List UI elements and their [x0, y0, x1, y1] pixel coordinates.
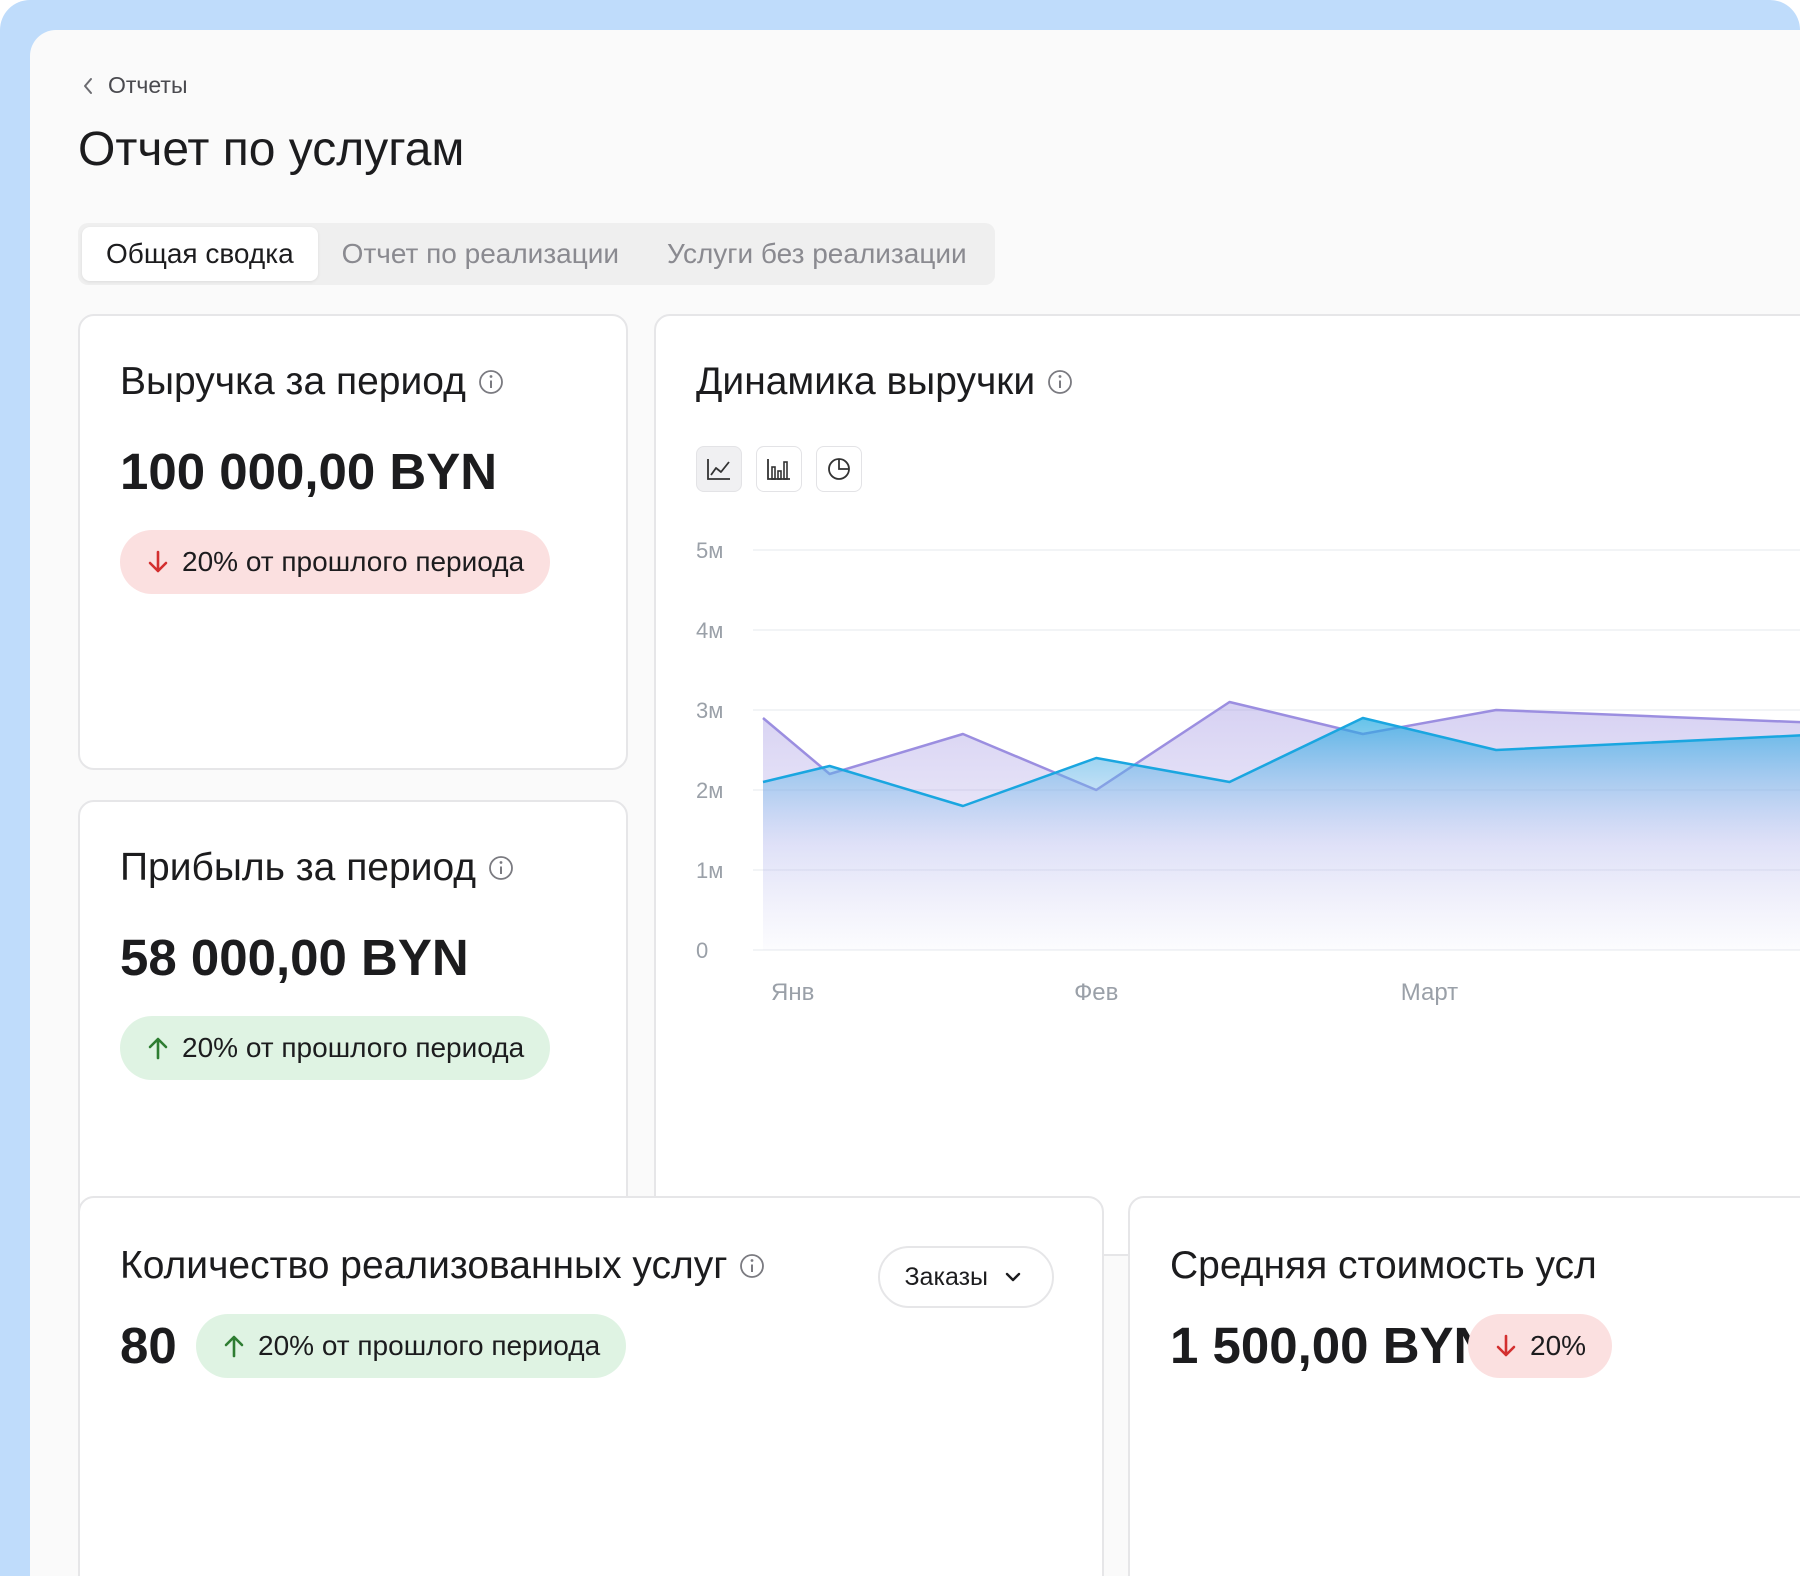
revenue-dynamics-card: Динамика выручки 0 1м 2м 3м 4м 5м Янв Фе… — [654, 314, 1800, 1256]
avg-card-header: Средняя стоимость усл — [1170, 1244, 1597, 1288]
revenue-change-badge: 20% от прошлого периода — [120, 530, 551, 594]
tab-bar: Общая сводка Отчет по реализации Услуги … — [78, 223, 995, 285]
avg-card-title: Средняя стоимость усл — [1170, 1244, 1597, 1287]
x-tick-label: Март — [1401, 979, 1458, 1006]
average-cost-card: Средняя стоимость усл 1 500,00 BYN 20% — [1128, 1196, 1800, 1576]
y-tick-label: 4м — [696, 618, 723, 643]
profit-card-title: Прибыль за период — [120, 846, 477, 889]
profit-change-badge: 20% от прошлого периода — [120, 1016, 551, 1080]
revenue-area-chart: 01м2м3м4м5мЯнвФевМартАпр — [696, 538, 1800, 1006]
chevron-down-icon — [1005, 1272, 1021, 1282]
arrow-up-icon — [148, 1037, 168, 1060]
profit-card-header: Прибыль за период — [120, 846, 514, 890]
profit-change-text: 20% от прошлого периода — [182, 1032, 525, 1063]
app-frame: Отчеты Отчет по услугам Общая сводка Отч… — [0, 0, 1800, 1576]
profit-card: Прибыль за период 58 000,00 BYN 20% от п… — [78, 800, 628, 1256]
arrow-up-icon — [224, 1335, 244, 1358]
services-change-text: 20% от прошлого периода — [258, 1330, 601, 1361]
revenue-value: 100 000,00 BYN — [120, 443, 498, 500]
metric-select[interactable]: Заказы — [878, 1246, 1054, 1308]
breadcrumb[interactable]: Отчеты — [82, 72, 188, 99]
x-tick-label: Фев — [1074, 979, 1118, 1006]
profit-value: 58 000,00 BYN — [120, 929, 469, 986]
app-window: Отчеты Отчет по услугам Общая сводка Отч… — [30, 30, 1800, 1576]
services-change-badge: 20% от прошлого периода — [196, 1314, 627, 1378]
avg-change-text: 20% — [1530, 1330, 1587, 1361]
info-icon[interactable] — [478, 369, 504, 395]
services-count-card: Количество реализованных услуг Заказы 80 — [78, 1196, 1104, 1576]
services-card-header: Количество реализованных услуг — [120, 1244, 765, 1288]
y-tick-label: 0 — [696, 938, 708, 963]
revenue-card: Выручка за период 100 000,00 BYN 20% от … — [78, 314, 628, 770]
revenue-card-title: Выручка за период — [120, 360, 466, 403]
breadcrumb-label[interactable]: Отчеты — [108, 72, 188, 99]
info-icon[interactable] — [488, 855, 514, 881]
arrow-down-icon — [1496, 1334, 1516, 1357]
arrow-down-icon — [148, 550, 168, 573]
y-tick-label: 1м — [696, 858, 723, 883]
services-card-title: Количество реализованных услуг — [120, 1244, 728, 1287]
tab-services-no-sales[interactable]: Услуги без реализации — [643, 227, 991, 281]
y-tick-label: 5м — [696, 538, 723, 563]
revenue-change-text: 20% от прошлого периода — [182, 546, 525, 577]
services-value: 80 — [120, 1317, 177, 1374]
chevron-left-icon — [84, 77, 92, 94]
revenue-card-header: Выручка за период — [120, 360, 504, 404]
tab-summary[interactable]: Общая сводка — [82, 227, 318, 281]
avg-change-badge: 20% — [1468, 1314, 1613, 1378]
tab-sales-report[interactable]: Отчет по реализации — [318, 227, 643, 281]
avg-value: 1 500,00 BYN — [1170, 1317, 1491, 1374]
page-title: Отчет по услугам — [78, 123, 465, 176]
y-tick-label: 3м — [696, 698, 723, 723]
x-tick-label: Янв — [771, 979, 814, 1006]
y-tick-label: 2м — [696, 778, 723, 803]
metric-select-value: Заказы — [904, 1262, 988, 1291]
info-icon[interactable] — [739, 1253, 765, 1279]
